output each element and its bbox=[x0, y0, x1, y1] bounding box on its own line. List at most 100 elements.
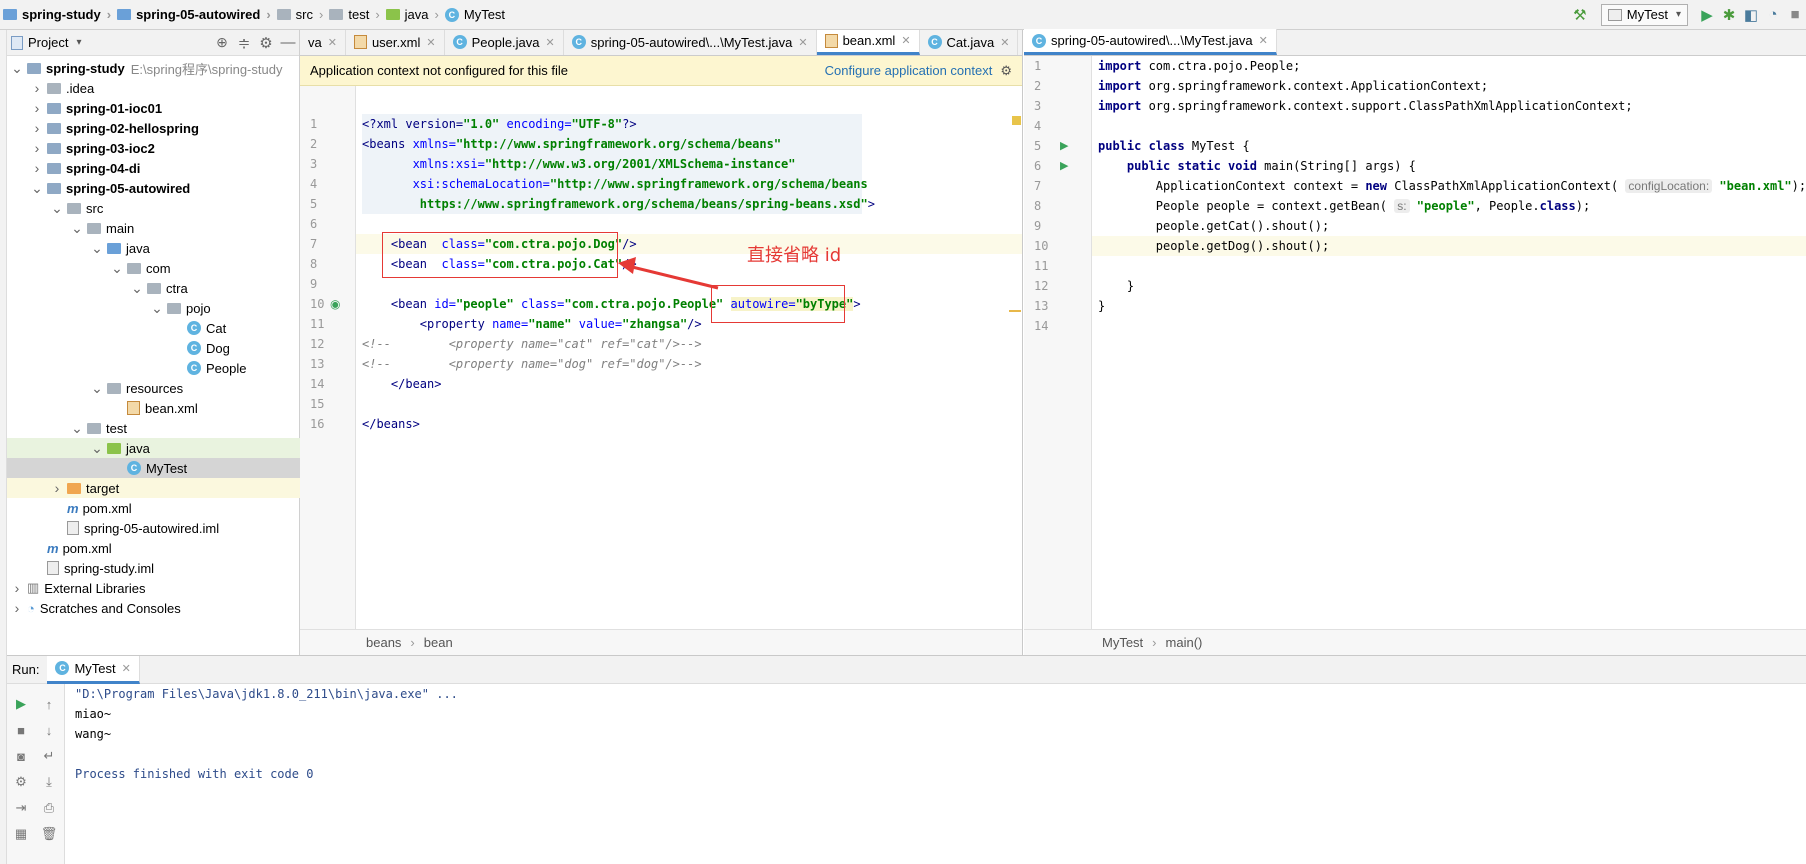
tab-user-xml[interactable]: user.xml ✕ bbox=[346, 30, 445, 55]
breadcrumb-item[interactable]: C MyTest bbox=[442, 7, 508, 22]
coverage-icon[interactable]: ◧ bbox=[1740, 4, 1762, 26]
stop-icon[interactable]: ■ bbox=[11, 720, 31, 740]
tab-bean-xml[interactable]: bean.xml ✕ bbox=[816, 30, 920, 55]
build-hammer-icon[interactable]: ⚒ bbox=[1569, 4, 1591, 26]
crumb-class[interactable]: MyTest bbox=[1102, 635, 1143, 650]
tab-partial[interactable]: va ✕ bbox=[300, 30, 346, 55]
chevron-down-icon[interactable]: ⌄ bbox=[91, 380, 103, 397]
tree-item[interactable]: › ◔ Scratches and Consoles bbox=[7, 598, 300, 618]
chevron-down-icon[interactable]: ⌄ bbox=[91, 240, 103, 257]
tree-item[interactable]: › spring-03-ioc2 bbox=[7, 138, 300, 158]
chevron-down-icon[interactable]: ⌄ bbox=[91, 440, 103, 457]
tree-item[interactable]: m pom.xml bbox=[7, 538, 300, 558]
chevron-down-icon[interactable]: ⌄ bbox=[31, 180, 43, 197]
tree-item[interactable]: spring-study.iml bbox=[7, 558, 300, 578]
scroll-up-icon[interactable]: ↑ bbox=[39, 694, 59, 714]
tab-cat-java[interactable]: C Cat.java ✕ bbox=[920, 30, 1019, 55]
rerun-icon[interactable]: ▶ bbox=[11, 694, 31, 714]
tree-item[interactable]: spring-05-autowired.iml bbox=[7, 518, 300, 538]
tree-item[interactable]: › target bbox=[7, 478, 300, 498]
chevron-down-icon[interactable]: ⌄ bbox=[51, 200, 63, 217]
tree-item[interactable]: ⌄ pojo bbox=[7, 298, 300, 318]
chevron-down-icon[interactable]: ⌄ bbox=[11, 60, 23, 77]
chevron-right-icon[interactable]: › bbox=[31, 140, 43, 156]
configure-context-link[interactable]: Configure application context bbox=[825, 63, 993, 78]
run-class-icon[interactable]: ▶ bbox=[1060, 139, 1068, 152]
debug-icon[interactable]: ✱ bbox=[1718, 4, 1740, 26]
scroll-to-end-icon[interactable]: ⤓ bbox=[39, 772, 59, 792]
tree-item[interactable]: C Dog bbox=[7, 338, 300, 358]
run-tab-mytest[interactable]: C MyTest ✕ bbox=[47, 655, 140, 684]
settings-icon[interactable]: ⚙ bbox=[11, 772, 31, 792]
chevron-right-icon[interactable]: › bbox=[31, 120, 43, 136]
close-icon[interactable]: ✕ bbox=[901, 34, 910, 47]
close-icon[interactable]: ✕ bbox=[546, 36, 555, 49]
locate-icon[interactable]: ⊕ bbox=[211, 32, 233, 54]
chevron-right-icon[interactable]: › bbox=[11, 580, 23, 596]
tree-item[interactable]: ⌄ main bbox=[7, 218, 300, 238]
tree-item[interactable]: ⌄ test bbox=[7, 418, 300, 438]
tree-item[interactable]: C People bbox=[7, 358, 300, 378]
chevron-down-icon[interactable]: ⌄ bbox=[131, 280, 143, 297]
print-icon[interactable]: ⎙ bbox=[39, 798, 59, 818]
soft-wrap-icon[interactable]: ↵ bbox=[39, 746, 59, 766]
tree-item[interactable]: m pom.xml bbox=[7, 498, 300, 518]
breadcrumb-item[interactable]: java › bbox=[383, 7, 442, 22]
camera-icon[interactable]: ◙ bbox=[11, 746, 31, 766]
chevron-right-icon[interactable]: › bbox=[31, 100, 43, 116]
tree-item[interactable]: ⌄ spring-study E:\spring程序\spring-study bbox=[7, 58, 300, 78]
tree-item[interactable]: ⌄ src bbox=[7, 198, 300, 218]
breadcrumb-item[interactable]: spring-study › bbox=[0, 7, 114, 22]
chevron-down-icon[interactable]: ⌄ bbox=[111, 260, 123, 277]
close-icon[interactable]: ✕ bbox=[122, 662, 131, 675]
tree-item[interactable]: ⌄ java bbox=[7, 238, 300, 258]
layout-icon[interactable]: ▦ bbox=[11, 824, 31, 844]
bean-gutter-icon[interactable]: ◉ bbox=[330, 297, 340, 311]
gear-icon[interactable]: ⚙ bbox=[1000, 63, 1012, 79]
chevron-down-icon[interactable]: ⌄ bbox=[151, 300, 163, 317]
login-icon[interactable]: ⇥ bbox=[11, 798, 31, 818]
crumb-beans[interactable]: beans bbox=[366, 635, 401, 650]
crumb-method[interactable]: main() bbox=[1166, 635, 1203, 650]
breadcrumb-item[interactable]: test › bbox=[326, 7, 382, 22]
crumb-bean[interactable]: bean bbox=[424, 635, 453, 650]
tab-overflow-button[interactable]: ▾≡5 bbox=[1018, 30, 1022, 55]
tab-mytest-java[interactable]: Cspring-05-autowired\...\MyTest.java ✕ bbox=[1024, 29, 1277, 55]
tab-mytest-java[interactable]: Cspring-05-autowired\...\MyTest.java ✕ bbox=[564, 30, 817, 55]
tree-item[interactable]: C MyTest bbox=[7, 458, 300, 478]
tree-item[interactable]: bean.xml bbox=[7, 398, 300, 418]
tree-item[interactable]: ⌄ com bbox=[7, 258, 300, 278]
close-icon[interactable]: ✕ bbox=[798, 36, 807, 49]
chevron-right-icon[interactable]: › bbox=[31, 80, 43, 96]
chevron-down-icon[interactable]: ▾ bbox=[76, 37, 81, 48]
tree-item[interactable]: ⌄ spring-05-autowired bbox=[7, 178, 300, 198]
profile-icon[interactable]: ◔ bbox=[1762, 4, 1784, 26]
run-configuration-select[interactable]: MyTest ▾ bbox=[1600, 3, 1688, 26]
chevron-right-icon[interactable]: › bbox=[11, 600, 23, 616]
tree-item[interactable]: › spring-01-ioc01 bbox=[7, 98, 300, 118]
console-output[interactable]: "D:\Program Files\Java\jdk1.8.0_211\bin\… bbox=[75, 684, 458, 784]
tree-item[interactable]: ⌄ ctra bbox=[7, 278, 300, 298]
project-view-select[interactable]: Project bbox=[28, 35, 68, 50]
chevron-down-icon[interactable]: ⌄ bbox=[71, 220, 83, 237]
breadcrumb-item[interactable]: src › bbox=[274, 7, 327, 22]
run-icon[interactable]: ▶ bbox=[1696, 4, 1718, 26]
close-icon[interactable]: ✕ bbox=[1000, 36, 1009, 49]
tree-item[interactable]: › .idea bbox=[7, 78, 300, 98]
tree-item[interactable]: C Cat bbox=[7, 318, 300, 338]
java-code[interactable]: import com.ctra.pojo.People; import org.… bbox=[1098, 56, 1806, 316]
tab-people-java[interactable]: C People.java ✕ bbox=[445, 30, 564, 55]
close-icon[interactable]: ✕ bbox=[328, 36, 337, 49]
scroll-down-icon[interactable]: ↓ bbox=[39, 720, 59, 740]
close-icon[interactable]: ✕ bbox=[1259, 34, 1268, 47]
hide-icon[interactable]: — bbox=[277, 32, 299, 54]
collapse-all-icon[interactable]: ≑ bbox=[233, 32, 255, 54]
chevron-down-icon[interactable]: ⌄ bbox=[71, 420, 83, 437]
tree-item[interactable]: › spring-04-di bbox=[7, 158, 300, 178]
chevron-right-icon[interactable]: › bbox=[31, 160, 43, 176]
run-method-icon[interactable]: ▶ bbox=[1060, 159, 1068, 172]
stop-icon[interactable]: ■ bbox=[1784, 4, 1806, 26]
trash-icon[interactable]: 🗑 bbox=[39, 824, 59, 844]
breadcrumb-item[interactable]: spring-05-autowired › bbox=[114, 7, 274, 22]
close-icon[interactable]: ✕ bbox=[426, 36, 435, 49]
